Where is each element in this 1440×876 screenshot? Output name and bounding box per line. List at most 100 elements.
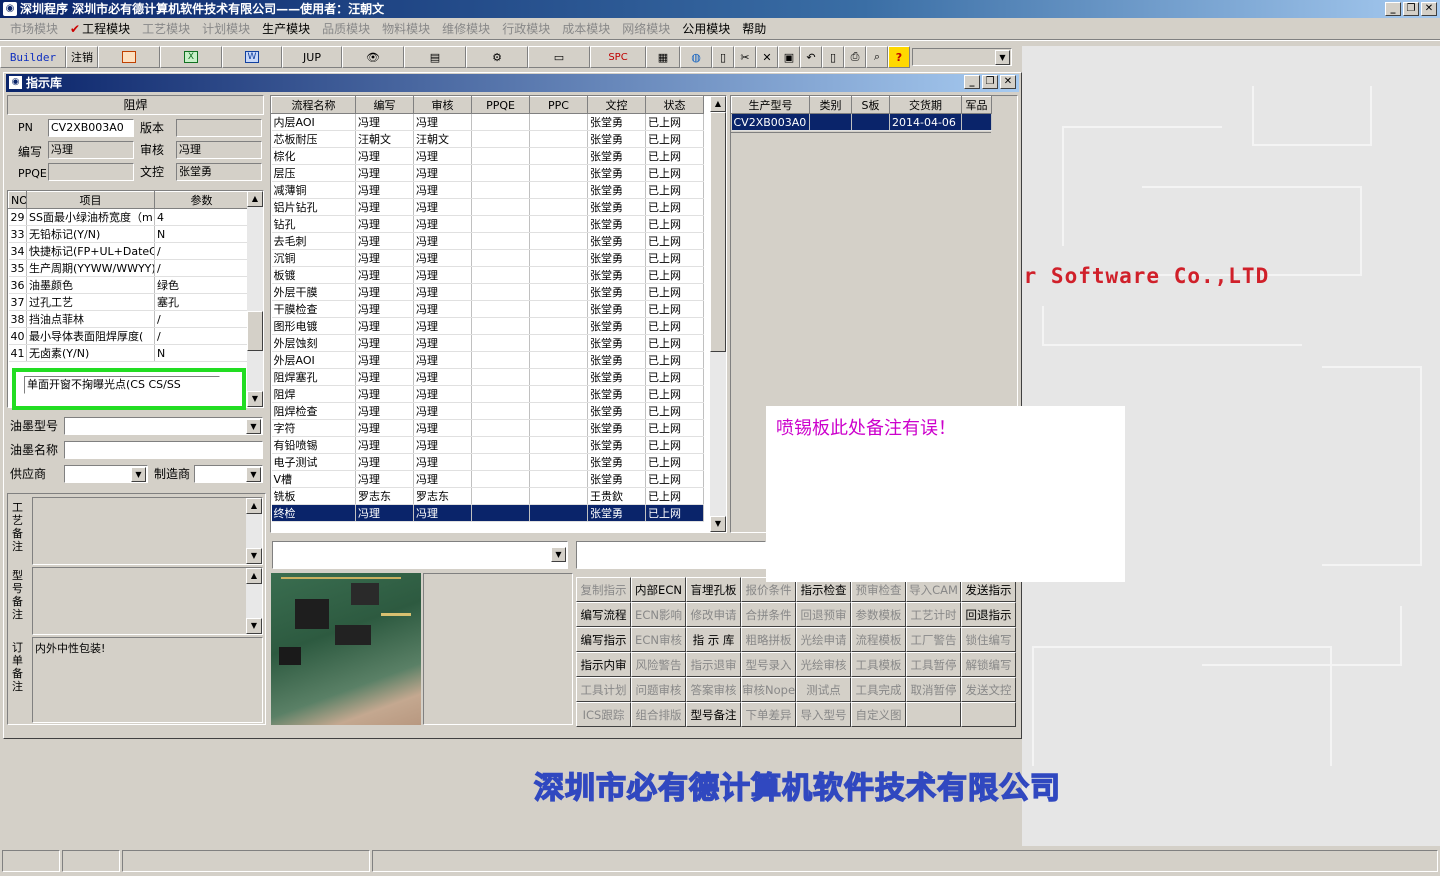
model-header[interactable]: 类别	[809, 96, 852, 114]
menu-item-0[interactable]: 市场模块	[4, 20, 64, 37]
flow-row[interactable]: 外层AOI 冯理 冯理 张堂勇 已上网	[271, 351, 704, 369]
child-minimize-button[interactable]: _	[964, 75, 980, 89]
flow-row[interactable]: 阻焊塞孔 冯理 冯理 张堂勇 已上网	[271, 368, 704, 386]
action-button-3-7[interactable]: 解锁编写	[961, 652, 1016, 677]
spc-button[interactable]: SPC	[590, 46, 646, 68]
action-button-2-7[interactable]: 锁住编写	[961, 627, 1016, 652]
action-button-3-3[interactable]: 型号录入	[741, 652, 796, 677]
action-button-1-1[interactable]: ECN影响	[631, 602, 686, 627]
flow-header[interactable]: PPQE	[471, 96, 530, 114]
action-button-5-1[interactable]: 组合排版	[631, 702, 686, 727]
action-button-4-5[interactable]: 工具完成	[851, 677, 906, 702]
flow-row[interactable]: 去毛刺 冯理 冯理 张堂勇 已上网	[271, 232, 704, 250]
flow-header[interactable]: 审核	[413, 96, 472, 114]
pn-field[interactable]: CV2XB003A0	[48, 119, 134, 137]
flow-row[interactable]: 沉铜 冯理 冯理 张堂勇 已上网	[271, 249, 704, 267]
flow-row[interactable]: 钻孔 冯理 冯理 张堂勇 已上网	[271, 215, 704, 233]
param-row[interactable]: 41 无卤素(Y/N) N	[8, 344, 249, 362]
scroll-down-icon[interactable]: ▼	[247, 391, 263, 407]
action-button-5-4[interactable]: 导入型号	[796, 702, 851, 727]
undo-button[interactable]: ↶	[800, 46, 822, 68]
action-button-0-1[interactable]: 内部ECN	[631, 577, 686, 602]
action-button-2-1[interactable]: ECN审核	[631, 627, 686, 652]
action-button-1-3[interactable]: 合拼条件	[741, 602, 796, 627]
flow-row[interactable]: 减薄铜 冯理 冯理 张堂勇 已上网	[271, 181, 704, 199]
param-row[interactable]: 37 过孔工艺 塞孔	[8, 293, 249, 311]
find-button[interactable]: ⌕	[866, 46, 888, 68]
flow-combo[interactable]: ▼	[272, 541, 568, 569]
action-button-5-0[interactable]: ICS跟踪	[576, 702, 631, 727]
model-row[interactable]: CV2XB003A0 2014-04-06	[731, 113, 992, 131]
action-button-1-7[interactable]: 回退指示	[961, 602, 1016, 627]
flow-header[interactable]: PPC	[529, 96, 588, 114]
flow-row[interactable]: 阻焊 冯理 冯理 张堂勇 已上网	[271, 385, 704, 403]
action-button-0-0[interactable]: 复制指示	[576, 577, 631, 602]
action-button-2-3[interactable]: 粗略拼板	[741, 627, 796, 652]
flow-row[interactable]: V槽 冯理 冯理 张堂勇 已上网	[271, 470, 704, 488]
scroll-up-icon[interactable]: ▲	[246, 568, 262, 584]
flow-header[interactable]: 文控	[587, 96, 646, 114]
scroll-down-icon[interactable]: ▼	[710, 516, 726, 532]
flow-row[interactable]: 铝片钻孔 冯理 冯理 张堂勇 已上网	[271, 198, 704, 216]
builder-button[interactable]: Builder	[0, 46, 66, 68]
reviewer-field[interactable]: 冯理	[176, 141, 262, 159]
flow-row[interactable]: 阻焊检查 冯理 冯理 张堂勇 已上网	[271, 402, 704, 420]
chevron-down-icon[interactable]: ▼	[131, 467, 146, 482]
flow-header[interactable]: 状态	[645, 96, 704, 114]
param-header[interactable]: 项目	[26, 191, 155, 209]
flow-scrollbar[interactable]: ▲ ▼	[710, 96, 726, 532]
action-button-3-0[interactable]: 指示内审	[576, 652, 631, 677]
menu-item-3[interactable]: 计划模块	[196, 20, 256, 37]
scroll-up-icon[interactable]: ▲	[247, 191, 263, 207]
param-header[interactable]: 参数	[154, 191, 249, 209]
action-button-2-0[interactable]: 编写指示	[576, 627, 631, 652]
param-header[interactable]: NO	[8, 191, 27, 209]
writer-field[interactable]: 冯理	[48, 141, 134, 159]
cut-button[interactable]: ✂	[734, 46, 756, 68]
action-button-5-2[interactable]: 型号备注	[686, 702, 741, 727]
logout-button[interactable]: 注销	[66, 46, 98, 68]
action-button-1-2[interactable]: 修改申请	[686, 602, 741, 627]
flow-row[interactable]: 图形电镀 冯理 冯理 张堂勇 已上网	[271, 317, 704, 335]
computer-button[interactable]: ▭	[528, 46, 590, 68]
word-button[interactable]: W	[222, 46, 282, 68]
child-close-button[interactable]: ✕	[1000, 75, 1016, 89]
help-button[interactable]: ?	[888, 46, 910, 68]
maker-select[interactable]: ▼	[194, 465, 263, 483]
model-note-field[interactable]: ▲ ▼	[32, 567, 263, 635]
action-button-4-6[interactable]: 取消暂停	[906, 677, 961, 702]
param-row[interactable]: 40 最小导体表面阻焊厚度(/	[8, 327, 249, 345]
scroll-up-icon[interactable]: ▲	[710, 96, 726, 112]
params-scrollbar[interactable]: ▲ ▼	[247, 191, 263, 407]
action-button-3-2[interactable]: 指示退审	[686, 652, 741, 677]
chevron-down-icon[interactable]: ▼	[246, 467, 261, 482]
network-button[interactable]: ⚙	[466, 46, 528, 68]
ppqe-field[interactable]	[48, 163, 134, 181]
toolbar-combo[interactable]: ▼	[912, 48, 1012, 66]
menu-item-9[interactable]: 成本模块	[556, 20, 616, 37]
version-field[interactable]	[176, 119, 262, 137]
powerpoint-button[interactable]	[98, 46, 160, 68]
model-header[interactable]: 交货期	[889, 96, 962, 114]
action-button-4-2[interactable]: 答案审核	[686, 677, 741, 702]
remark-input[interactable]	[576, 541, 766, 569]
scroll-thumb[interactable]	[710, 112, 726, 352]
action-button-3-1[interactable]: 风险警告	[631, 652, 686, 677]
action-button-2-4[interactable]: 光绘申请	[796, 627, 851, 652]
ink-model-select[interactable]: ▼	[64, 417, 263, 435]
flow-row[interactable]: 铣板 罗志东 罗志东 王贵欽 已上网	[271, 487, 704, 505]
action-button-1-5[interactable]: 参数模板	[851, 602, 906, 627]
order-note-field[interactable]: 内外中性包装!	[32, 637, 263, 723]
scroll-down-icon[interactable]: ▼	[246, 618, 262, 634]
menu-item-2[interactable]: 工艺模块	[136, 20, 196, 37]
param-row[interactable]: 38 挡油点菲林 /	[8, 310, 249, 328]
menu-item-8[interactable]: 行政模块	[496, 20, 556, 37]
flow-row[interactable]: 板镀 冯理 冯理 张堂勇 已上网	[271, 266, 704, 284]
param-row[interactable]: 36 油墨颜色 绿色	[8, 276, 249, 294]
flow-row[interactable]: 棕化 冯理 冯理 张堂勇 已上网	[271, 147, 704, 165]
menu-item-5[interactable]: 品质模块	[316, 20, 376, 37]
flow-row[interactable]: 芯板耐压 汪朝文 汪朝文 张堂勇 已上网	[271, 130, 704, 148]
action-button-1-0[interactable]: 编写流程	[576, 602, 631, 627]
eye-button[interactable]: 👁	[342, 46, 404, 68]
calculator-button[interactable]: ▦	[646, 46, 680, 68]
